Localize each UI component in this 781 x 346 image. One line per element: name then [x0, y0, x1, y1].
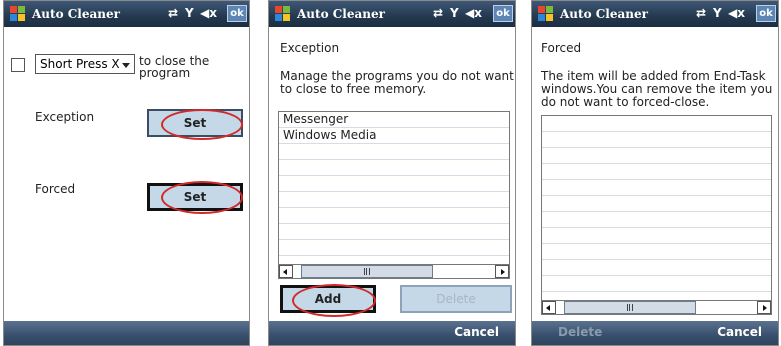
cancel-softkey[interactable]: Cancel	[717, 325, 762, 339]
scroll-thumb[interactable]	[301, 265, 433, 278]
ok-button[interactable]: ok	[756, 5, 776, 22]
description-line1: Manage the programs you do not want	[280, 69, 514, 83]
list-item	[542, 180, 771, 196]
app-title: Auto Cleaner	[560, 7, 648, 21]
connectivity-icon[interactable]: ⇄	[433, 6, 443, 21]
close-text-line2: program	[139, 66, 191, 80]
horizontal-scrollbar[interactable]	[542, 300, 771, 314]
list-item	[542, 132, 771, 148]
volume-mute-icon[interactable]: ◀x	[465, 6, 482, 21]
cancel-softkey[interactable]: Cancel	[454, 325, 499, 339]
annotation-ellipse	[292, 284, 376, 317]
title-bar: Auto Cleaner ⇄ Y ◀x ok	[269, 1, 515, 27]
signal-icon[interactable]: Y	[185, 6, 194, 21]
program-list[interactable]: Messenger Windows Media	[278, 111, 510, 279]
list-item	[542, 228, 771, 244]
dropdown-arrow-icon	[122, 63, 130, 68]
list-item	[279, 192, 509, 208]
description-line2: windows.You can remove the item you	[541, 82, 773, 96]
list-item	[542, 148, 771, 164]
volume-mute-icon[interactable]: ◀x	[200, 6, 217, 21]
signal-icon[interactable]: Y	[713, 6, 722, 21]
softkey-bar: Cancel	[269, 321, 515, 345]
softkey-bar: Delete Cancel	[532, 321, 778, 345]
volume-mute-icon[interactable]: ◀x	[728, 6, 745, 21]
scroll-right-icon[interactable]	[757, 301, 771, 314]
list-item	[279, 176, 509, 192]
list-item	[542, 164, 771, 180]
description-line2: to close to free memory.	[280, 82, 427, 96]
horizontal-scrollbar[interactable]	[279, 264, 509, 278]
annotation-ellipse	[161, 181, 243, 214]
connectivity-icon[interactable]: ⇄	[168, 6, 178, 21]
app-title: Auto Cleaner	[32, 7, 120, 21]
list-item	[279, 224, 509, 240]
page-heading: Exception	[280, 41, 340, 55]
windows-logo-icon[interactable]	[538, 6, 554, 22]
scroll-right-icon[interactable]	[495, 265, 509, 278]
scroll-thumb[interactable]	[564, 301, 696, 314]
press-option-value: Short Press X	[40, 57, 120, 71]
list-item	[542, 212, 771, 228]
scroll-left-icon[interactable]	[542, 301, 556, 314]
scroll-left-icon[interactable]	[279, 265, 293, 278]
signal-icon[interactable]: Y	[450, 6, 459, 21]
list-item	[279, 208, 509, 224]
list-item	[542, 196, 771, 212]
list-item	[279, 240, 509, 256]
list-item	[279, 160, 509, 176]
list-item	[279, 144, 509, 160]
screen-settings: Auto Cleaner ⇄ Y ◀x ok Short Press X to …	[3, 0, 250, 346]
windows-logo-icon[interactable]	[10, 6, 26, 22]
list-item	[542, 244, 771, 260]
list-item[interactable]: Windows Media	[279, 128, 509, 144]
ok-button[interactable]: ok	[493, 5, 513, 22]
title-bar: Auto Cleaner ⇄ Y ◀x ok	[532, 1, 778, 27]
delete-button[interactable]: Delete	[400, 285, 512, 313]
list-item[interactable]: Messenger	[279, 112, 509, 128]
annotation-ellipse	[161, 109, 243, 140]
auto-clean-checkbox[interactable]	[11, 58, 25, 72]
forced-program-list[interactable]	[541, 115, 772, 315]
press-option-dropdown[interactable]: Short Press X	[35, 54, 135, 74]
connectivity-icon[interactable]: ⇄	[696, 6, 706, 21]
page-heading: Forced	[541, 41, 582, 55]
title-bar: Auto Cleaner ⇄ Y ◀x ok	[4, 1, 249, 27]
forced-label: Forced	[35, 182, 76, 196]
exception-label: Exception	[35, 110, 95, 124]
description-line1: The item will be added from End-Task	[541, 69, 766, 83]
description-line3: do not want to forced-close.	[541, 95, 710, 109]
screen-exception: Auto Cleaner ⇄ Y ◀x ok Exception Manage …	[268, 0, 516, 346]
screen-forced: Auto Cleaner ⇄ Y ◀x ok Forced The item w…	[531, 0, 779, 346]
list-item	[542, 260, 771, 276]
softkey-bar	[4, 321, 249, 345]
list-item	[542, 276, 771, 292]
windows-logo-icon[interactable]	[275, 6, 291, 22]
app-title: Auto Cleaner	[297, 7, 385, 21]
ok-button[interactable]: ok	[227, 5, 247, 22]
delete-softkey[interactable]: Delete	[558, 325, 602, 339]
list-item	[542, 116, 771, 132]
